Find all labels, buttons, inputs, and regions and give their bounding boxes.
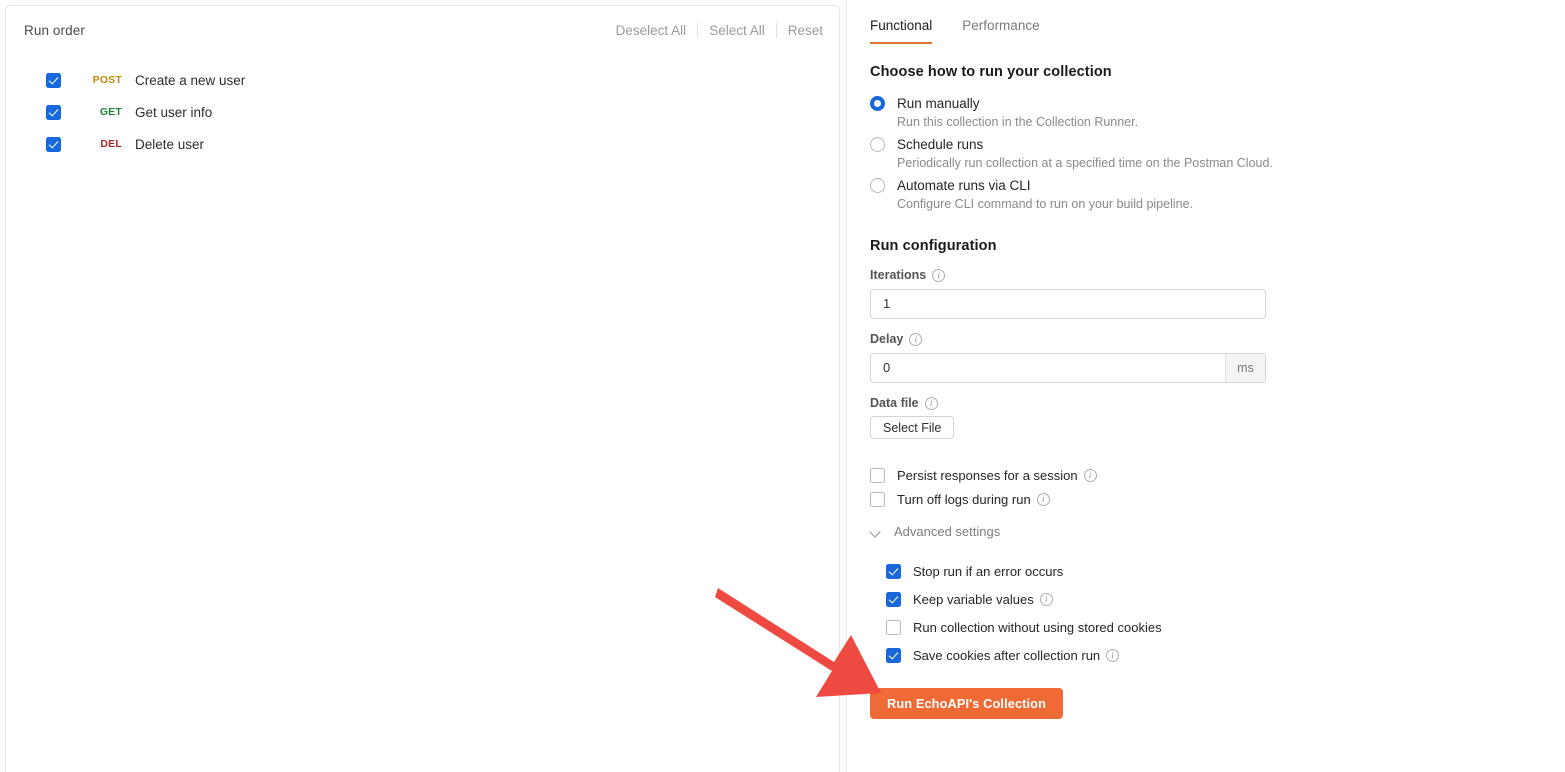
option-turn-off-logs[interactable]: Turn off logs during run i (870, 487, 1390, 511)
persist-responses-checkbox[interactable] (870, 467, 885, 483)
run-mode-tabs: Functional Performance (870, 18, 1070, 44)
data-file-label: Data file i (870, 396, 938, 410)
request-method-badge: DEL (100, 138, 122, 150)
request-name: Get user info (135, 104, 213, 120)
advanced-option-save-cookies[interactable]: Save cookies after collection run i (886, 641, 1406, 669)
run-mode-label: Schedule runs (897, 136, 984, 152)
request-checkbox[interactable] (46, 104, 61, 120)
request-row[interactable]: GET Get user info (6, 96, 841, 128)
run-mode-option-manual[interactable]: Run manually Run this collection in the … (870, 93, 1430, 129)
reset-button[interactable]: Reset (777, 23, 823, 38)
request-checkbox[interactable] (46, 72, 61, 88)
iterations-input[interactable]: 1 (870, 289, 1266, 319)
data-file-label-text: Data file (870, 396, 919, 410)
info-icon[interactable]: i (1039, 592, 1053, 606)
iterations-value[interactable]: 1 (871, 290, 1265, 318)
info-icon[interactable]: i (1083, 468, 1097, 482)
run-mode-description: Periodically run collection at a specifi… (897, 156, 1273, 170)
info-icon[interactable]: i (924, 396, 938, 410)
advanced-option-label: Stop run if an error occurs (913, 563, 1064, 579)
request-row[interactable]: DEL Delete user (6, 128, 841, 160)
option-label: Persist responses for a session (897, 467, 1078, 483)
delay-label: Delay i (870, 332, 923, 346)
delay-value[interactable]: 0 (871, 354, 1225, 382)
save-cookies-checkbox[interactable] (886, 647, 901, 663)
run-order-title: Run order (24, 22, 85, 38)
iterations-label-text: Iterations (870, 268, 927, 282)
no-stored-cookies-checkbox[interactable] (886, 619, 901, 635)
iterations-label: Iterations i (870, 268, 946, 282)
advanced-option-label: Keep variable values (913, 591, 1034, 607)
deselect-all-button[interactable]: Deselect All (605, 23, 698, 38)
radio-schedule-runs[interactable] (870, 136, 885, 152)
advanced-option-label: Run collection without using stored cook… (913, 619, 1162, 635)
run-mode-description: Configure CLI command to run on your bui… (897, 197, 1194, 211)
info-icon[interactable]: i (932, 268, 946, 282)
stop-on-error-checkbox[interactable] (886, 563, 901, 579)
option-label: Turn off logs during run (897, 491, 1031, 507)
keep-variable-values-checkbox[interactable] (886, 591, 901, 607)
advanced-settings-toggle[interactable]: Advanced settings (870, 524, 1000, 539)
run-order-actions: Deselect All Select All Reset (605, 22, 823, 38)
run-mode-label: Run manually (897, 95, 980, 111)
run-mode-description: Run this collection in the Collection Ru… (897, 115, 1139, 129)
run-order-card: Run order Deselect All Select All Reset … (5, 5, 840, 772)
request-list: POST Create a new user GET Get user info… (6, 64, 841, 160)
tab-performance[interactable]: Performance (962, 18, 1039, 44)
request-method-badge: GET (99, 106, 122, 118)
run-configuration-heading: Run configuration (870, 238, 997, 254)
info-icon[interactable]: i (1036, 492, 1050, 506)
info-icon[interactable]: i (909, 332, 923, 346)
turn-off-logs-checkbox[interactable] (870, 491, 885, 507)
request-name: Create a new user (135, 72, 246, 88)
request-checkbox[interactable] (46, 136, 61, 152)
run-order-header: Run order Deselect All Select All Reset (6, 6, 841, 54)
delay-input[interactable]: 0 ms (870, 353, 1266, 383)
radio-automate-cli[interactable] (870, 177, 885, 193)
run-settings-panel: Functional Performance Choose how to run… (847, 0, 1565, 772)
run-mode-option-cli[interactable]: Automate runs via CLI Configure CLI comm… (870, 175, 1430, 211)
run-mode-label: Automate runs via CLI (897, 177, 1031, 193)
delay-label-text: Delay (870, 332, 904, 346)
chevron-down-icon (870, 526, 882, 538)
tab-functional[interactable]: Functional (870, 18, 933, 44)
radio-run-manually[interactable] (870, 95, 885, 111)
option-persist-responses[interactable]: Persist responses for a session i (870, 463, 1390, 487)
advanced-option-label: Save cookies after collection run (913, 647, 1101, 663)
advanced-settings-label: Advanced settings (894, 524, 1001, 539)
run-options-list: Persist responses for a session i Turn o… (870, 463, 1390, 511)
run-mode-radio-group: Run manually Run this collection in the … (870, 93, 1430, 216)
run-mode-option-schedule[interactable]: Schedule runs Periodically run collectio… (870, 134, 1430, 170)
choose-run-heading: Choose how to run your collection (870, 64, 1112, 80)
advanced-option-no-stored-cookies[interactable]: Run collection without using stored cook… (886, 613, 1406, 641)
run-collection-button[interactable]: Run EchoAPI's Collection (870, 688, 1064, 719)
request-row[interactable]: POST Create a new user (6, 64, 841, 96)
advanced-option-keep-variables[interactable]: Keep variable values i (886, 585, 1406, 613)
collection-runner-screen: Run order Deselect All Select All Reset … (0, 0, 1565, 772)
select-all-button[interactable]: Select All (698, 23, 776, 38)
select-file-button[interactable]: Select File (870, 416, 955, 439)
info-icon[interactable]: i (1106, 648, 1120, 662)
delay-unit-suffix: ms (1225, 354, 1265, 382)
advanced-option-stop-on-error[interactable]: Stop run if an error occurs (886, 557, 1406, 585)
advanced-settings-list: Stop run if an error occurs Keep variabl… (886, 557, 1406, 669)
request-name: Delete user (135, 136, 205, 152)
request-method-badge: POST (92, 74, 122, 86)
